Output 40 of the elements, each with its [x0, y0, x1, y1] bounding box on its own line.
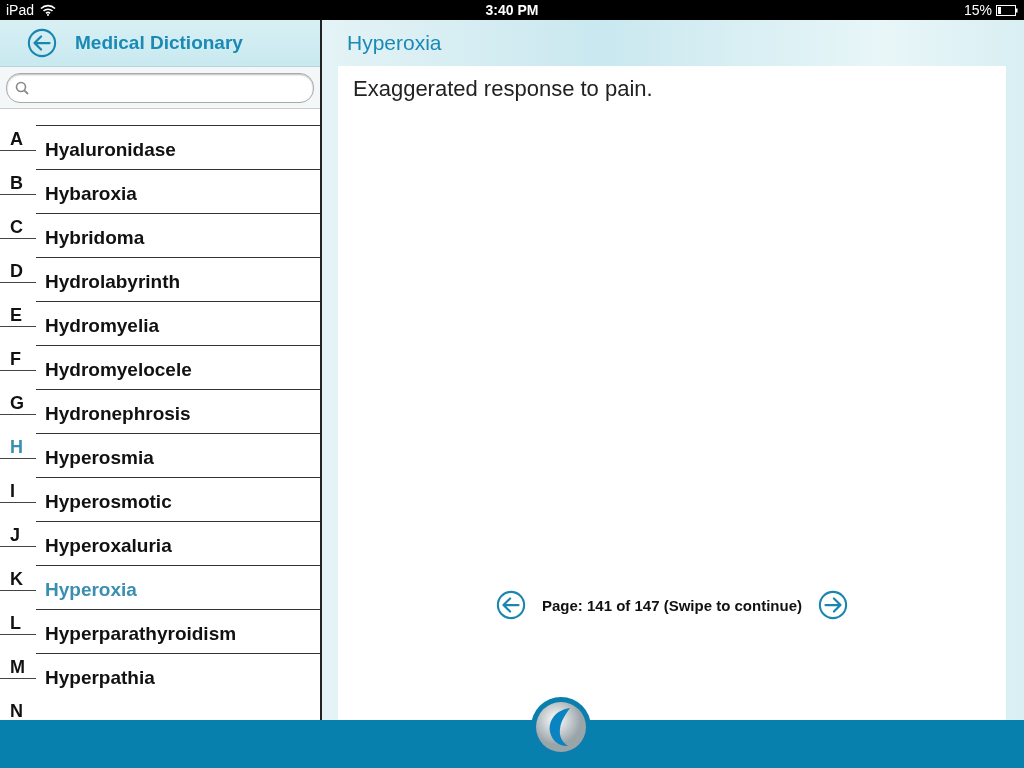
index-letter[interactable]: I — [0, 475, 36, 503]
term-item[interactable]: Hyperoxaluria — [36, 521, 320, 565]
search-field[interactable] — [6, 72, 314, 103]
term-item[interactable]: Hydromyelocele — [36, 345, 320, 389]
index-letter[interactable]: F — [0, 343, 36, 371]
battery-icon — [996, 4, 1018, 16]
term-item[interactable]: Hybridoma — [36, 213, 320, 257]
term-item[interactable]: Hydrolabyrinth — [36, 257, 320, 301]
previous-page-button[interactable] — [495, 590, 526, 620]
term-item[interactable]: Hyperparathyroidism — [36, 609, 320, 653]
index-letter[interactable]: E — [0, 299, 36, 327]
device-name: iPad — [6, 2, 35, 18]
term-item[interactable]: Hyperosmia — [36, 433, 320, 477]
term-item[interactable]: Hyperosmotic — [36, 477, 320, 521]
definition-text: Exaggerated response to pain. — [353, 76, 654, 102]
index-letter[interactable]: D — [0, 255, 36, 283]
page-indicator: Page: 141 of 147 (Swipe to continue) — [541, 596, 803, 614]
term-item[interactable]: Hydronephrosis — [36, 389, 320, 433]
index-letter[interactable]: L — [0, 607, 36, 635]
term-title: Hyperoxia — [347, 31, 442, 55]
index-letter[interactable]: C — [0, 211, 36, 239]
index-letter[interactable]: B — [0, 167, 36, 195]
term-item[interactable]: Hybaroxia — [36, 169, 320, 213]
sidebar-title: Medical Dictionary — [75, 32, 243, 54]
next-page-button[interactable] — [818, 590, 849, 620]
term-item[interactable]: Hydromyelia — [36, 301, 320, 345]
index-letter[interactable]: G — [0, 387, 36, 415]
index-letter[interactable]: J — [0, 519, 36, 547]
search-icon — [15, 80, 29, 95]
term-item[interactable]: Hyaluronidase — [36, 125, 320, 169]
battery-percent: 15% — [963, 2, 992, 18]
wifi-icon — [40, 4, 57, 16]
index-letter[interactable]: A — [0, 123, 36, 151]
status-time: 3:40 PM — [485, 2, 539, 18]
term-item[interactable]: Hyperpathia — [36, 653, 320, 697]
index-letter[interactable]: K — [0, 563, 36, 591]
term-item[interactable]: Hyperoxia — [36, 565, 320, 609]
index-letter[interactable]: H — [0, 431, 36, 459]
back-button[interactable] — [27, 28, 57, 58]
index-letter[interactable]: M — [0, 651, 36, 679]
